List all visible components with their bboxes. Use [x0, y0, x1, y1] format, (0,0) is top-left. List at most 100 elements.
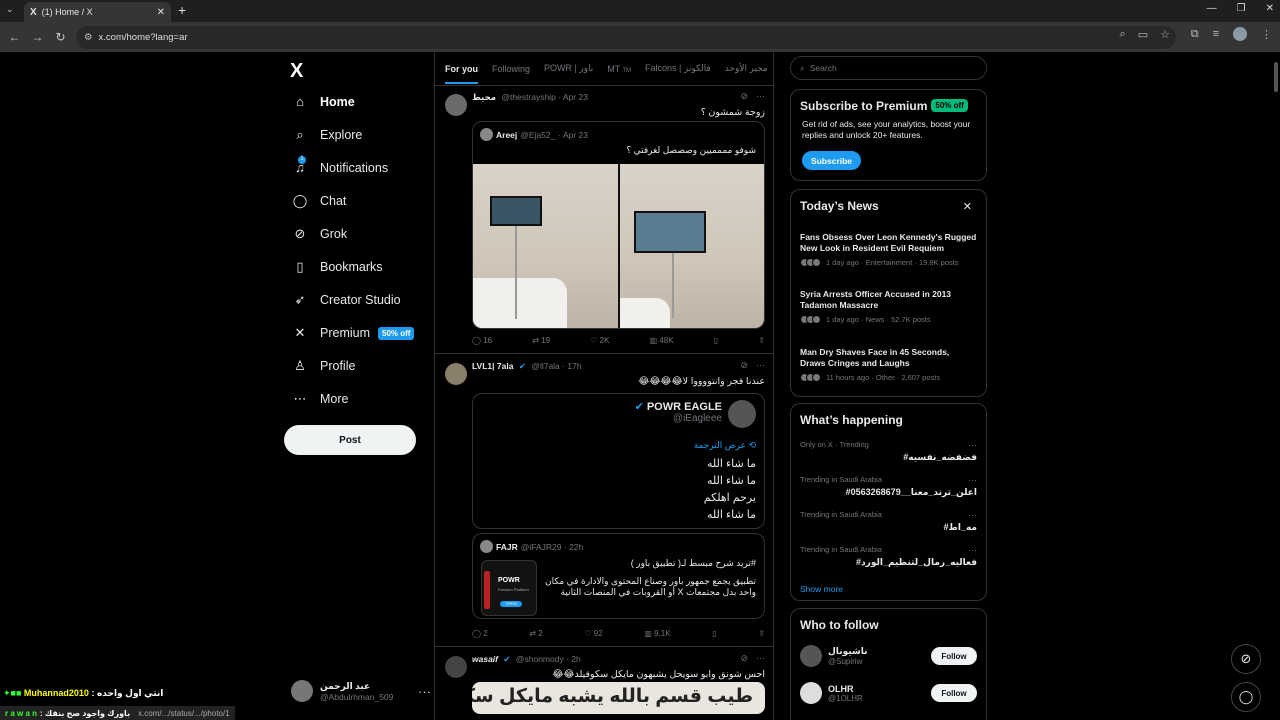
nav-more[interactable]: ⋯ More	[292, 391, 349, 407]
nav-grok[interactable]: ⊘ Grok	[292, 226, 348, 242]
search-input[interactable]: ⌕ Search	[790, 56, 987, 80]
quoted-tweet[interactable]: Areej @Eja52_ · Apr 23 شوفو مممميين وصصص…	[472, 121, 765, 329]
tweet[interactable]: wasaif ✔ @shonmody · 2h ⊘ ··· احس شونق و…	[435, 648, 773, 720]
tab-falcons[interactable]: Falcons | فالكونز	[645, 63, 711, 74]
subscribe-button[interactable]: Subscribe	[802, 151, 861, 170]
follow-button[interactable]: Follow	[931, 647, 977, 665]
repost-button[interactable]: ⇄ 2	[529, 629, 542, 638]
tweet-media[interactable]: طيب قسم بالله يشبه مايكل سكوفيلد!	[472, 682, 765, 714]
tab-mt[interactable]: MT TM	[607, 64, 631, 74]
tab-close-icon[interactable]: ✕	[157, 7, 165, 18]
more-icon[interactable]: ···	[968, 545, 977, 555]
more-icon[interactable]: ···	[968, 510, 977, 520]
post-button[interactable]: Post	[284, 425, 416, 455]
minimize-icon[interactable]: —	[1207, 3, 1217, 14]
trend-item[interactable]: Only on X · Trending ··· #فضفضه_نفسيه	[800, 440, 977, 463]
trend-item[interactable]: Trending in Saudi Arabia ··· #اعلن_ترند_…	[800, 475, 977, 498]
quoted-tweet[interactable]: ✔ POWR EAGLE @iEagleee ⟲ عرض الترجمة ما ش…	[472, 393, 765, 529]
tab-for-you[interactable]: For you	[445, 54, 478, 84]
window-close-icon[interactable]: ✕	[1266, 3, 1274, 14]
nav-notifications[interactable]: ♫ 1 Notifications	[292, 156, 388, 175]
extensions-icon[interactable]: ⧉	[1191, 28, 1199, 41]
profile-avatar-icon[interactable]	[1233, 27, 1247, 41]
tweet-author-name[interactable]: محيط	[472, 92, 496, 102]
back-arrow-icon[interactable]: ←	[3, 30, 26, 44]
tweet-time[interactable]: 2h	[571, 654, 580, 664]
tweet-author-handle[interactable]: @thestrayship	[501, 92, 555, 102]
tab-following[interactable]: Following	[492, 64, 530, 74]
tweet-author-name[interactable]: LVL1| 7ala	[472, 361, 513, 371]
follow-suggestion[interactable]: OLHR @1OLHR Follow	[800, 682, 977, 704]
bookmark-icon[interactable]: ▯	[712, 629, 716, 638]
grok-floating-icon[interactable]: ⊘	[1231, 644, 1261, 674]
trend-item[interactable]: Trending in Saudi Arabia ··· #مه_اط	[800, 510, 977, 533]
avatar[interactable]	[800, 682, 822, 704]
cast-icon[interactable]: ▭	[1138, 28, 1148, 41]
nested-quoted-tweet[interactable]: FAJR @iFAJR29 · 22h #تريد شرح مبسط لـ( ت…	[472, 533, 765, 619]
more-icon[interactable]: ···	[968, 440, 977, 450]
share-icon[interactable]: ⇪	[758, 336, 765, 345]
forward-arrow-icon[interactable]: →	[26, 30, 49, 44]
follow-suggestion[interactable]: ناشيونال @Supiriw Follow	[800, 645, 977, 667]
like-button[interactable]: ♡ 92	[584, 629, 602, 638]
repost-button[interactable]: ⇄ 19	[532, 336, 550, 345]
views-button[interactable]: ▥ 48K	[650, 336, 674, 345]
avatar[interactable]	[445, 656, 467, 678]
news-item[interactable]: Syria Arrests Officer Accused in 2013 Ta…	[800, 289, 977, 324]
maximize-icon[interactable]: ❐	[1237, 3, 1246, 14]
nav-chat[interactable]: ◯ Chat	[292, 193, 347, 209]
address-bar[interactable]: ⚙ x.com/home?lang=ar	[76, 26, 1176, 49]
tweet-time[interactable]: 17h	[567, 361, 581, 371]
avatar[interactable]	[445, 363, 467, 385]
share-icon[interactable]: ⇪	[758, 629, 765, 638]
tab-powr[interactable]: POWR | باور	[544, 63, 593, 74]
tab-extra[interactable]: مجير الأوحد	[725, 63, 768, 74]
tweet[interactable]: LVL1| 7ala ✔ @ll7ala · 17h ⊘ ··· عندنا ف…	[435, 355, 773, 647]
show-translation-link[interactable]: ⟲ عرض الترجمة	[694, 440, 756, 451]
chrome-menu-icon[interactable]: ⋮	[1261, 28, 1272, 41]
media-image-left[interactable]	[473, 164, 620, 328]
grok-icon[interactable]: ⊘	[740, 360, 748, 371]
nav-creator-studio[interactable]: ➶ Creator Studio	[292, 292, 401, 308]
follow-button[interactable]: Follow	[931, 684, 977, 702]
trend-item[interactable]: Trending in Saudi Arabia ··· #فعاليه_رما…	[800, 545, 977, 568]
tweet-author-handle[interactable]: @shonmody	[516, 654, 564, 664]
star-bookmark-icon[interactable]: ☆	[1160, 28, 1170, 41]
nav-home[interactable]: ⌂ Home	[292, 94, 355, 109]
like-button[interactable]: ♡ 2K	[590, 336, 609, 345]
account-more-icon[interactable]: ···	[418, 684, 431, 699]
nav-bookmarks[interactable]: ▯ Bookmarks	[292, 259, 382, 275]
grok-icon[interactable]: ⊘	[740, 653, 748, 664]
grok-icon[interactable]: ⊘	[740, 91, 748, 102]
more-icon[interactable]: ···	[756, 91, 765, 102]
reload-icon[interactable]: ↻	[49, 30, 72, 44]
browser-tab-active[interactable]: X (1) Home / X ✕	[24, 2, 171, 22]
news-item[interactable]: Man Dry Shaves Face in 45 Seconds, Draws…	[800, 347, 977, 382]
site-settings-icon[interactable]: ⚙	[84, 32, 93, 43]
reply-button[interactable]: ◯ 2	[472, 629, 488, 638]
avatar[interactable]	[800, 645, 822, 667]
more-icon[interactable]: ···	[756, 360, 765, 371]
zoom-icon[interactable]: ⌕	[1120, 28, 1126, 41]
tweet-time[interactable]: Apr 23	[563, 92, 588, 102]
powr-app-thumbnail[interactable]: POWR Fandom Platform OPEN	[481, 560, 537, 616]
avatar[interactable]	[445, 94, 467, 116]
nav-profile[interactable]: ♙ Profile	[292, 358, 355, 374]
tab-search-chevron-icon[interactable]: ⌄	[6, 4, 14, 15]
more-icon[interactable]: ···	[968, 475, 977, 485]
media-image-right[interactable]	[619, 164, 764, 328]
show-more-link[interactable]: Show more	[800, 584, 843, 594]
tweet-author-handle[interactable]: @ll7ala	[531, 361, 559, 371]
nav-explore[interactable]: ⌕ Explore	[292, 127, 362, 143]
tweet-media[interactable]	[473, 164, 764, 328]
new-tab-plus-icon[interactable]: +	[178, 2, 186, 18]
reply-button[interactable]: ◯ 16	[472, 336, 492, 345]
tweet[interactable]: محيط @thestrayship · Apr 23 ⊘ ··· زوجة ش…	[435, 86, 773, 354]
bookmark-icon[interactable]: ▯	[714, 336, 718, 345]
messages-floating-icon[interactable]: ◯	[1231, 682, 1261, 712]
news-item[interactable]: Fans Obsess Over Leon Kennedy's Rugged N…	[800, 232, 977, 267]
page-scrollbar[interactable]	[1274, 62, 1278, 92]
views-button[interactable]: ▥ 9.1K	[644, 629, 670, 638]
tweet-author-name[interactable]: wasaif	[472, 654, 498, 664]
x-logo-icon[interactable]: X	[290, 60, 303, 83]
